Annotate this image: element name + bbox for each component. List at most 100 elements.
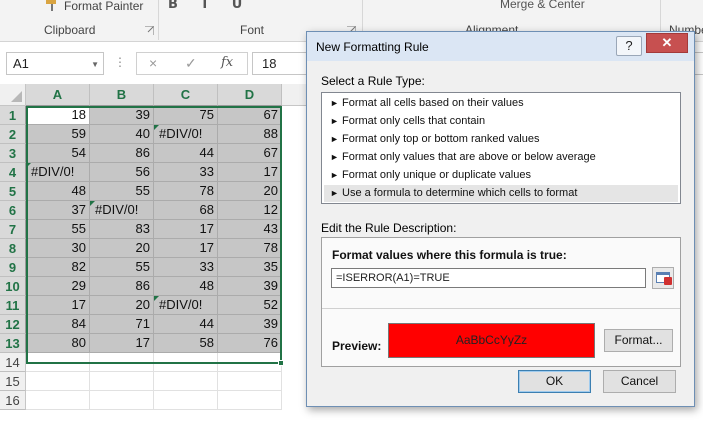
cell-c14[interactable] — [154, 353, 218, 372]
cell-c4[interactable]: 33 — [154, 163, 218, 182]
row-header-4[interactable]: 4 — [0, 163, 26, 182]
cell-b16[interactable] — [90, 391, 154, 410]
merge-center-button[interactable]: Merge & Center — [500, 0, 585, 11]
chevron-down-icon[interactable]: ▼ — [91, 60, 99, 69]
cell-b7[interactable]: 83 — [90, 220, 154, 239]
cell-a10[interactable]: 29 — [26, 277, 90, 296]
cell-a6[interactable]: 37 — [26, 201, 90, 220]
cell-d15[interactable] — [218, 372, 282, 391]
rule-type-item[interactable]: ► Use a formula to determine which cells … — [324, 185, 678, 202]
enter-icon[interactable]: ✓ — [185, 55, 197, 72]
rule-type-item[interactable]: ► Format only top or bottom ranked values — [324, 131, 678, 148]
cell-b4[interactable]: 56 — [90, 163, 154, 182]
cell-a5[interactable]: 48 — [26, 182, 90, 201]
cell-a7[interactable]: 55 — [26, 220, 90, 239]
cell-c9[interactable]: 33 — [154, 258, 218, 277]
help-button[interactable]: ? — [616, 36, 642, 56]
error-indicator-icon[interactable] — [154, 296, 159, 301]
row-header-9[interactable]: 9 — [0, 258, 26, 277]
close-button[interactable]: ✕ — [646, 33, 688, 53]
cell-b11[interactable]: 20 — [90, 296, 154, 315]
cell-d6[interactable]: 12 — [218, 201, 282, 220]
cell-a12[interactable]: 84 — [26, 315, 90, 334]
cancel-icon[interactable]: × — [149, 55, 157, 71]
cell-d9[interactable]: 35 — [218, 258, 282, 277]
collapse-dialog-button[interactable] — [652, 267, 674, 289]
row-header-12[interactable]: 12 — [0, 315, 26, 334]
cell-d11[interactable]: 52 — [218, 296, 282, 315]
cell-d1[interactable]: 67 — [218, 106, 282, 125]
cell-c3[interactable]: 44 — [154, 144, 218, 163]
cell-b2[interactable]: 40 — [90, 125, 154, 144]
cell-d5[interactable]: 20 — [218, 182, 282, 201]
cell-a15[interactable] — [26, 372, 90, 391]
cell-a11[interactable]: 17 — [26, 296, 90, 315]
cell-d14[interactable] — [218, 353, 282, 372]
rule-type-list[interactable]: ► Format all cells based on their values ►… — [321, 92, 681, 204]
cell-d10[interactable]: 39 — [218, 277, 282, 296]
cell-a3[interactable]: 54 — [26, 144, 90, 163]
cell-c2[interactable]: #DIV/0! — [154, 125, 218, 144]
cell-a1[interactable]: 18 — [26, 106, 90, 125]
cell-c8[interactable]: 17 — [154, 239, 218, 258]
font-style-buttons[interactable]: B I U — [168, 0, 252, 12]
cell-c7[interactable]: 17 — [154, 220, 218, 239]
cell-c5[interactable]: 78 — [154, 182, 218, 201]
cell-b3[interactable]: 86 — [90, 144, 154, 163]
cell-b9[interactable]: 55 — [90, 258, 154, 277]
insert-function-icon[interactable]: fx — [221, 55, 233, 70]
error-indicator-icon[interactable] — [154, 125, 159, 130]
cell-a4[interactable]: #DIV/0! — [26, 163, 90, 182]
format-button[interactable]: Format... — [604, 329, 673, 352]
row-header-15[interactable]: 15 — [0, 372, 26, 391]
cell-c13[interactable]: 58 — [154, 334, 218, 353]
row-header-3[interactable]: 3 — [0, 144, 26, 163]
cell-d8[interactable]: 78 — [218, 239, 282, 258]
cell-a14[interactable] — [26, 353, 90, 372]
cell-a13[interactable]: 80 — [26, 334, 90, 353]
cell-c6[interactable]: 68 — [154, 201, 218, 220]
row-header-11[interactable]: 11 — [0, 296, 26, 315]
row-header-6[interactable]: 6 — [0, 201, 26, 220]
cell-b6[interactable]: #DIV/0! — [90, 201, 154, 220]
column-header-a[interactable]: A — [26, 84, 90, 106]
cell-d3[interactable]: 67 — [218, 144, 282, 163]
cell-d12[interactable]: 39 — [218, 315, 282, 334]
row-header-5[interactable]: 5 — [0, 182, 26, 201]
row-header-16[interactable]: 16 — [0, 391, 26, 410]
cell-d7[interactable]: 43 — [218, 220, 282, 239]
cell-a16[interactable] — [26, 391, 90, 410]
select-all-button[interactable] — [0, 84, 26, 106]
cell-a2[interactable]: 59 — [26, 125, 90, 144]
formula-bar-resize-handle[interactable]: ⋮ — [114, 55, 127, 69]
cell-d2[interactable]: 88 — [218, 125, 282, 144]
error-indicator-icon[interactable] — [90, 201, 95, 206]
cell-b12[interactable]: 71 — [90, 315, 154, 334]
cancel-button[interactable]: Cancel — [603, 370, 676, 393]
row-header-8[interactable]: 8 — [0, 239, 26, 258]
cell-b5[interactable]: 55 — [90, 182, 154, 201]
format-painter-button[interactable]: Format Painter — [44, 0, 143, 13]
dialog-launcher-icon[interactable] — [145, 26, 154, 35]
cell-b8[interactable]: 20 — [90, 239, 154, 258]
rule-formula-input[interactable]: =ISERROR(A1)=TRUE — [331, 268, 646, 288]
cell-b1[interactable]: 39 — [90, 106, 154, 125]
column-header-b[interactable]: B — [90, 84, 154, 106]
cell-b15[interactable] — [90, 372, 154, 391]
column-header-c[interactable]: C — [154, 84, 218, 106]
error-indicator-icon[interactable] — [26, 163, 31, 168]
rule-type-item[interactable]: ► Format only unique or duplicate values — [324, 167, 678, 184]
cell-b14[interactable] — [90, 353, 154, 372]
cell-c15[interactable] — [154, 372, 218, 391]
cell-c1[interactable]: 75 — [154, 106, 218, 125]
cell-c11[interactable]: #DIV/0! — [154, 296, 218, 315]
row-header-7[interactable]: 7 — [0, 220, 26, 239]
cell-c10[interactable]: 48 — [154, 277, 218, 296]
column-header-d[interactable]: D — [218, 84, 282, 106]
rule-type-item[interactable]: ► Format all cells based on their values — [324, 95, 678, 112]
rule-type-item[interactable]: ► Format only values that are above or be… — [324, 149, 678, 166]
name-box[interactable]: A1 ▼ — [6, 52, 104, 75]
cell-a8[interactable]: 30 — [26, 239, 90, 258]
row-header-1[interactable]: 1 — [0, 106, 26, 125]
cell-b10[interactable]: 86 — [90, 277, 154, 296]
